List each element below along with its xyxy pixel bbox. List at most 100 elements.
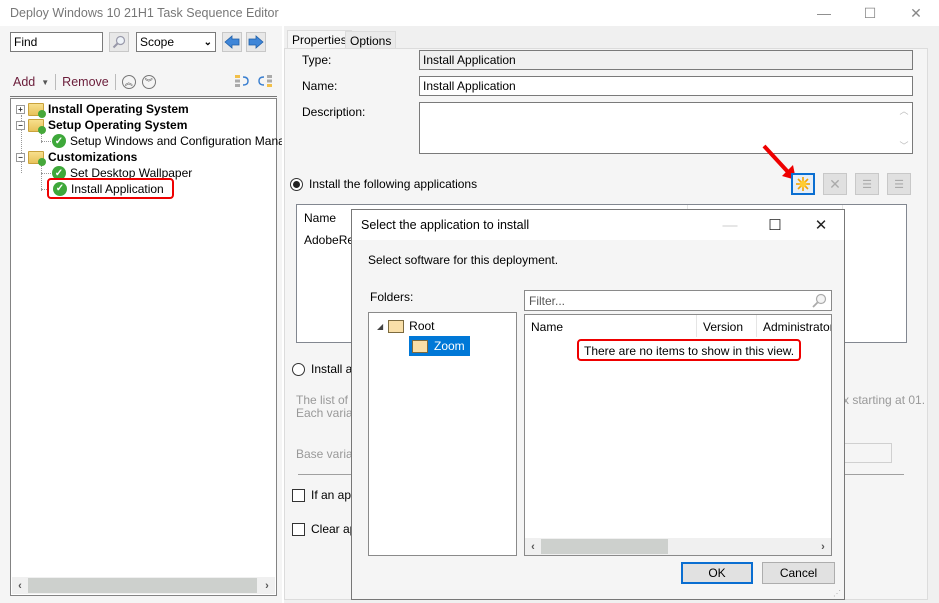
tree-item-label: Setup Operating System — [48, 118, 188, 132]
minimize-icon: — — [817, 5, 831, 21]
group-folder-icon — [28, 150, 46, 166]
success-check-icon: ✓ — [53, 181, 67, 196]
move-down-list-icon: ☰ — [894, 178, 904, 191]
table-horizontal-scrollbar[interactable]: ‹ › — [525, 538, 831, 555]
maximize-button[interactable]: ☐ — [847, 0, 893, 26]
install-following-option[interactable]: Install the following applications — [290, 177, 477, 191]
scope-select[interactable]: Scope ⌄ — [136, 32, 216, 52]
dialog-maximize-button[interactable]: ☐ — [752, 210, 798, 240]
base-variable-label: Base variab — [296, 447, 360, 461]
tree-item-install-application[interactable]: ✓ Install Application — [47, 178, 174, 199]
expand-all-button[interactable] — [234, 74, 250, 91]
dialog-close-button[interactable]: ✕ — [798, 210, 844, 240]
tab-properties[interactable]: Properties — [287, 30, 352, 48]
if-app-option[interactable]: If an app — [292, 488, 358, 502]
tree-item-setup-windows-cm[interactable]: ✓ Setup Windows and Configuration Manage… — [52, 133, 302, 149]
scroll-left-icon[interactable]: ‹ — [12, 580, 28, 592]
expanded-triangle-icon[interactable]: ◢ — [377, 322, 383, 331]
apps-column-name[interactable]: Name — [304, 211, 336, 225]
previous-button[interactable] — [222, 32, 242, 52]
applications-table[interactable]: Name Version Administrator C There are n… — [524, 314, 832, 556]
column-header-admin-comments[interactable]: Administrator C — [757, 315, 831, 337]
chevron-down-icon: ⌄ — [203, 36, 212, 48]
scroll-right-icon[interactable]: › — [815, 541, 831, 553]
toolbar-divider — [10, 96, 277, 97]
remove-button[interactable]: Remove — [62, 75, 109, 89]
dialog-title: Select the application to install — [361, 218, 530, 232]
folders-tree[interactable]: ◢ Root Zoom — [368, 312, 517, 556]
resize-grip-icon[interactable]: ⋰ — [833, 589, 841, 598]
cancel-button[interactable]: Cancel — [762, 562, 835, 584]
scroll-down-icon[interactable]: ﹀ — [899, 139, 908, 152]
folder-label: Root — [409, 319, 435, 333]
close-button[interactable]: ✕ — [893, 0, 939, 26]
scroll-right-icon[interactable]: › — [259, 580, 275, 592]
delete-x-icon: ✕ — [829, 175, 841, 192]
filter-input[interactable]: Filter... — [524, 290, 832, 311]
tree-item-customizations[interactable]: − Customizations — [16, 149, 137, 166]
install-following-label: Install the following applications — [309, 177, 478, 191]
install-following-radio[interactable] — [290, 177, 303, 191]
find-input[interactable]: Find — [10, 32, 103, 52]
select-application-dialog: Select the application to install — ☐ ✕ … — [351, 209, 845, 600]
folder-root[interactable]: ◢ Root — [377, 319, 435, 333]
folder-label: Zoom — [434, 339, 465, 353]
tree-item-label: Install Application — [71, 181, 164, 196]
next-button[interactable] — [246, 32, 266, 52]
maximize-icon: ☐ — [863, 4, 877, 21]
tree-horizontal-scrollbar[interactable]: ‹ › — [12, 577, 275, 594]
install-dynamic-radio[interactable] — [292, 362, 305, 376]
column-header-name[interactable]: Name — [525, 315, 697, 337]
if-app-checkbox[interactable] — [292, 488, 305, 502]
tab-options[interactable]: Options — [345, 31, 397, 49]
tree-item-label: Setup Windows and Configuration Manager — [70, 134, 303, 148]
description-field[interactable] — [419, 102, 913, 154]
double-chevron-up-icon: ︽ — [124, 77, 133, 87]
new-application-button[interactable] — [791, 173, 815, 195]
maximize-icon: ☐ — [768, 217, 782, 234]
expand-icon[interactable]: + — [16, 104, 25, 114]
tree-item-label: Install Operating System — [48, 102, 189, 116]
tree-item-setup-os[interactable]: − Setup Operating System — [16, 117, 188, 134]
move-app-down-button[interactable]: ☰ — [887, 173, 911, 195]
move-up-button[interactable]: ︽ — [121, 75, 136, 89]
dynamic-help-line2: Each variab — [296, 406, 360, 420]
folder-zoom[interactable]: Zoom — [409, 336, 470, 356]
empty-list-message: There are no items to show in this view. — [577, 339, 802, 361]
base-variable-field — [843, 443, 892, 463]
clear-app-checkbox[interactable] — [292, 522, 305, 536]
group-folder-icon — [28, 102, 46, 118]
find-button[interactable] — [109, 32, 129, 52]
close-icon: ✕ — [814, 217, 828, 234]
add-menu-button[interactable]: Add — [13, 75, 35, 89]
collapse-list-icon — [258, 75, 272, 87]
ok-button[interactable]: OK — [681, 562, 753, 584]
task-sequence-tree[interactable]: + Install Operating System − Setup Opera… — [10, 98, 302, 596]
sequence-toolbar: Add ▼ Remove ︽ ︾ — [13, 74, 156, 90]
toolbar-separator — [55, 74, 57, 90]
collapse-icon[interactable]: − — [16, 120, 25, 130]
description-label: Description: — [302, 105, 366, 119]
dialog-minimize-button: — — [707, 210, 753, 240]
collapse-icon[interactable]: − — [16, 152, 25, 162]
dropdown-arrow-icon: ▼ — [41, 77, 50, 87]
scroll-up-icon[interactable]: ︿ — [899, 104, 908, 117]
filter-search-icon — [812, 293, 827, 308]
description-scrollbar[interactable]: ︿ ﹀ — [896, 104, 912, 152]
dynamic-help-suffix: x starting at 01. — [843, 393, 926, 407]
scroll-left-icon[interactable]: ‹ — [525, 541, 541, 553]
collapse-all-button[interactable] — [257, 74, 273, 91]
move-down-button[interactable]: ︾ — [141, 75, 156, 89]
name-field[interactable]: Install Application — [419, 76, 913, 96]
scrollbar-thumb[interactable] — [28, 578, 257, 593]
scrollbar-thumb[interactable] — [541, 539, 668, 554]
delete-application-button[interactable]: ✕ — [823, 173, 847, 195]
move-app-up-button[interactable]: ☰ — [855, 173, 879, 195]
folders-label: Folders: — [370, 290, 414, 304]
install-dynamic-option[interactable]: Install ap — [292, 362, 359, 376]
tree-item-install-os[interactable]: + Install Operating System — [16, 101, 189, 118]
minimize-button[interactable]: — — [801, 0, 847, 26]
column-header-version[interactable]: Version — [697, 315, 757, 337]
window-title: Deploy Windows 10 21H1 Task Sequence Edi… — [10, 6, 279, 20]
dialog-instruction: Select software for this deployment. — [368, 253, 559, 267]
